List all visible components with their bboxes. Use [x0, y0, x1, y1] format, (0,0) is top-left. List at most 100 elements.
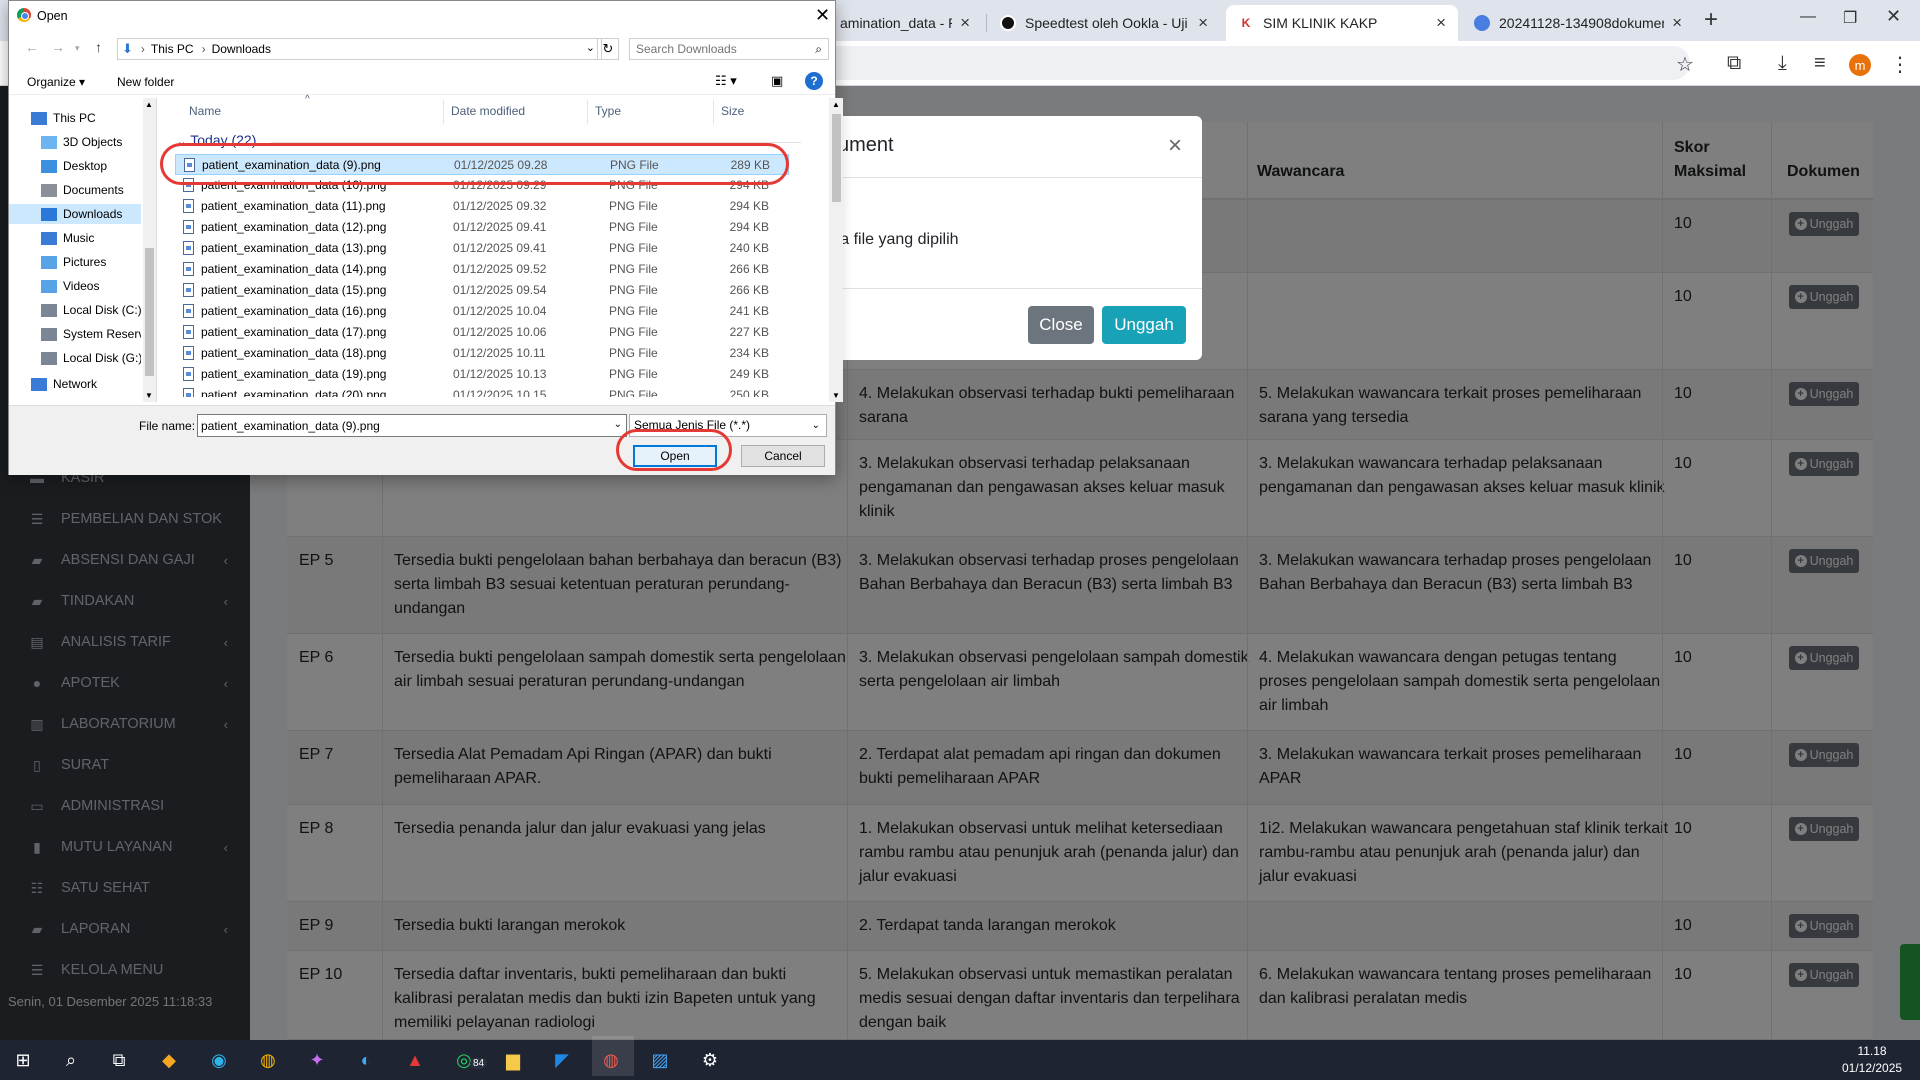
profile-avatar[interactable]: m	[1849, 54, 1871, 76]
downloads-icon[interactable]: ⤓	[1778, 52, 1787, 75]
system-clock[interactable]: 11.18 01/12/2025	[1842, 1043, 1902, 1077]
back-arrow-icon[interactable]: ←	[25, 39, 39, 55]
modal-close-icon[interactable]: ×	[1168, 132, 1182, 160]
cancel-button[interactable]: Cancel	[741, 445, 825, 467]
browser-app-icon[interactable]: ◐	[353, 1048, 379, 1072]
nav-item[interactable]: Downloads	[9, 204, 141, 224]
windows-start-icon[interactable]: ⊞	[10, 1048, 36, 1072]
nav-item[interactable]: This PC	[9, 108, 141, 128]
copilot-icon[interactable]: ✦	[304, 1048, 330, 1072]
scroll-down-icon[interactable]: ▼	[832, 391, 840, 400]
browser-tab-active[interactable]: K SIM KLINIK KAKP ×	[1226, 5, 1458, 41]
file-explorer-icon[interactable]: ▆	[500, 1048, 526, 1072]
bookmark-star-icon[interactable]: ☆	[1676, 52, 1694, 77]
pinned-app-icon[interactable]: ◆	[156, 1048, 182, 1072]
file-list-scrollbar[interactable]: ▲ ▼	[829, 98, 843, 402]
column-date-modified[interactable]: Date modified	[451, 104, 525, 118]
task-view-icon[interactable]: ⧉	[106, 1048, 132, 1072]
nav-item[interactable]: Network	[9, 374, 141, 394]
file-row[interactable]: patient_examination_data (16).png 01/12/2…	[175, 301, 789, 322]
address-dropdown-icon[interactable]: ⌄	[586, 41, 595, 54]
browser-tab[interactable]: 20241128-134908dokumen.pn ×	[1462, 5, 1694, 41]
scroll-up-icon[interactable]: ▲	[145, 100, 153, 109]
nav-item[interactable]: Local Disk (G:)	[9, 348, 141, 368]
nav-scrollbar[interactable]: ▲ ▼	[143, 98, 156, 402]
nav-item[interactable]: System Reserve	[9, 324, 141, 344]
breadcrumb-this-pc[interactable]: This PC	[151, 42, 194, 56]
browser-tab[interactable]: amination_data - Pre ×	[828, 5, 982, 41]
new-tab-icon[interactable]: +	[1704, 6, 1718, 34]
file-row[interactable]: patient_examination_data (11).png 01/12/2…	[175, 196, 789, 217]
png-file-icon	[183, 220, 194, 234]
file-name-field[interactable]: ⌄	[197, 414, 627, 437]
file-row[interactable]: patient_examination_data (12).png 01/12/2…	[175, 217, 789, 238]
tab-close-icon[interactable]: ×	[1436, 13, 1446, 33]
nav-scroll-thumb[interactable]	[145, 248, 154, 376]
nav-item-label: System Reserve	[63, 327, 141, 341]
organize-menu[interactable]: Organize ▾	[27, 75, 85, 89]
column-divider[interactable]	[587, 100, 588, 124]
file-row[interactable]: patient_examination_data (14).png 01/12/2…	[175, 259, 789, 280]
app-icon[interactable]: ▲	[402, 1048, 428, 1072]
media-control-icon[interactable]: ≡	[1814, 52, 1826, 75]
search-box[interactable]: ⌕	[629, 38, 829, 60]
nav-item[interactable]: Local Disk (C:)	[9, 300, 141, 320]
chevron-down-icon[interactable]: ⌄	[614, 419, 622, 430]
restore-icon[interactable]: ❐	[1843, 8, 1857, 28]
forward-arrow-icon[interactable]: →	[51, 39, 65, 55]
tab-close-icon[interactable]: ×	[960, 13, 970, 33]
column-divider[interactable]	[713, 100, 714, 124]
scroll-down-icon[interactable]: ▼	[145, 391, 153, 400]
breadcrumb-downloads[interactable]: Downloads	[212, 42, 271, 56]
new-folder-button[interactable]: New folder	[117, 75, 174, 89]
tab-close-icon[interactable]: ×	[1672, 13, 1682, 33]
tab-close-icon[interactable]: ×	[1198, 13, 1208, 33]
file-row[interactable]: patient_examination_data (20).png 01/12/2…	[175, 385, 789, 397]
modal-close-button[interactable]: Close	[1028, 306, 1094, 344]
file-name: patient_examination_data (20).png	[201, 388, 387, 397]
address-bar[interactable]	[800, 46, 1690, 80]
file-row[interactable]: patient_examination_data (17).png 01/12/2…	[175, 322, 789, 343]
modal-upload-button[interactable]: Unggah	[1102, 306, 1186, 344]
column-name[interactable]: Name	[189, 104, 221, 118]
browser-tab[interactable]: Speedtest oleh Ookla - Uji Kece ×	[988, 5, 1220, 41]
file-row[interactable]: patient_examination_data (13).png 01/12/2…	[175, 238, 789, 259]
column-size[interactable]: Size	[721, 104, 744, 118]
nav-item[interactable]: Pictures	[9, 252, 141, 272]
up-arrow-icon[interactable]: ↑	[95, 39, 102, 55]
vscode-icon[interactable]: ◤	[549, 1048, 575, 1072]
recent-locations-icon[interactable]: ▾	[75, 43, 80, 54]
file-row[interactable]: patient_examination_data (18).png 01/12/2…	[175, 343, 789, 364]
scroll-up-icon[interactable]: ▲	[832, 100, 840, 109]
help-icon[interactable]: ?	[805, 72, 823, 90]
chrome-icon[interactable]: ◍	[255, 1048, 281, 1072]
view-options-icon[interactable]: ☷ ▾	[715, 73, 737, 89]
address-breadcrumb[interactable]: ⬇ › This PC › Downloads ⌄	[117, 38, 602, 60]
preview-pane-icon[interactable]: ▣	[771, 73, 783, 89]
search-icon: ⌕	[815, 42, 822, 56]
file-name-input[interactable]	[201, 415, 601, 436]
nav-item[interactable]: Desktop	[9, 156, 141, 176]
nav-item[interactable]: Documents	[9, 180, 141, 200]
photos-icon[interactable]: ▨	[647, 1048, 673, 1072]
file-scroll-thumb[interactable]	[832, 114, 841, 202]
file-row[interactable]: patient_examination_data (19).png 01/12/2…	[175, 364, 789, 385]
nav-item[interactable]: Videos	[9, 276, 141, 296]
search-input[interactable]	[636, 39, 806, 59]
extensions-icon[interactable]: ⧉	[1727, 52, 1741, 75]
minimize-icon[interactable]: —	[1800, 8, 1816, 26]
browser-menu-icon[interactable]: ⋮	[1890, 52, 1910, 77]
nav-item[interactable]: Music	[9, 228, 141, 248]
tab-title: amination_data - Pre	[840, 15, 952, 31]
column-divider[interactable]	[443, 100, 444, 124]
column-type[interactable]: Type	[595, 104, 621, 118]
file-row[interactable]: patient_examination_data (15).png 01/12/2…	[175, 280, 789, 301]
refresh-icon[interactable]: ↻	[597, 38, 619, 60]
file-name: patient_examination_data (15).png	[201, 283, 387, 297]
settings-gear-icon[interactable]: ⚙	[697, 1048, 723, 1072]
nav-item[interactable]: 3D Objects	[9, 132, 141, 152]
dialog-close-icon[interactable]: ✕	[815, 5, 830, 26]
search-icon[interactable]: ⌕	[58, 1048, 84, 1072]
edge-icon[interactable]: ◉	[206, 1048, 232, 1072]
window-close-icon[interactable]: ✕	[1886, 6, 1901, 27]
